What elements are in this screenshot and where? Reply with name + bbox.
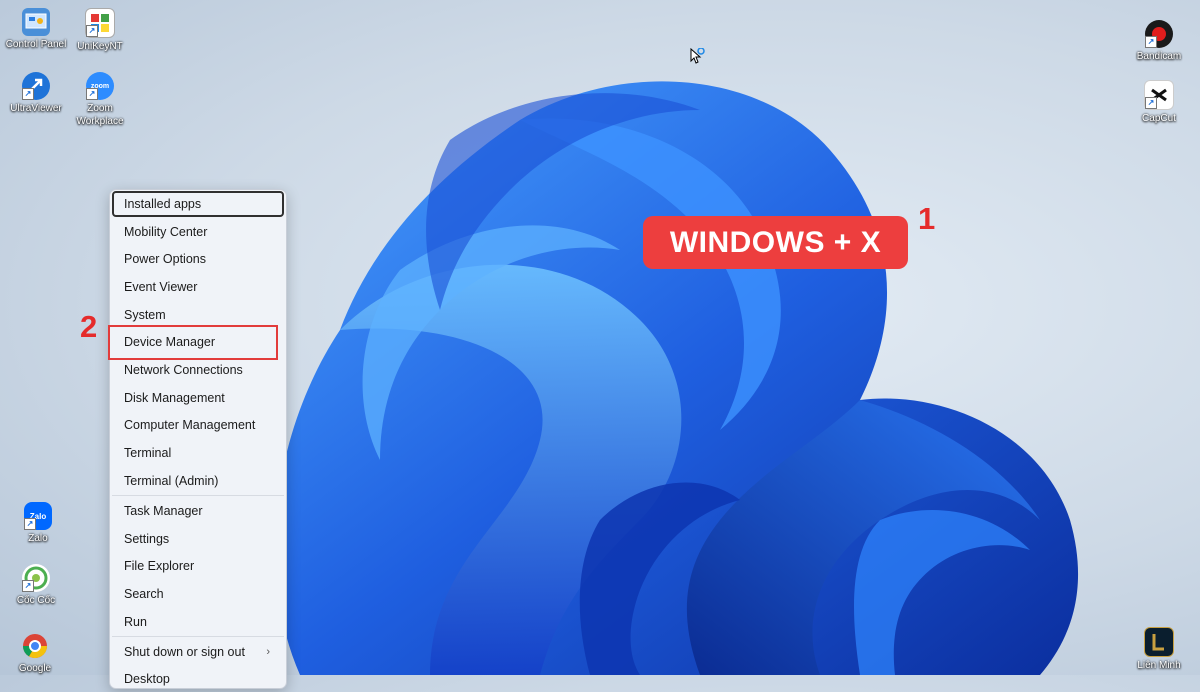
menu-item-label: Shut down or sign out (124, 645, 245, 659)
shortcut-arrow-icon: ↗ (22, 580, 34, 592)
desktop-icon-label: CapCut (1142, 113, 1176, 124)
chrome-icon (21, 632, 49, 660)
desktop-icon-zalo[interactable]: Zalo ↗ Zalo (1, 502, 75, 545)
menu-item-search[interactable]: Search (112, 581, 284, 607)
desktop-icon-label: Liên Minh (1137, 660, 1181, 671)
menu-item-installed-apps[interactable]: Installed apps (112, 191, 284, 217)
zalo-icon: Zalo ↗ (24, 502, 52, 530)
bandicam-icon: ↗ (1145, 20, 1173, 48)
desktop-icon-zoom[interactable]: zoom ↗ Zoom Workplace (63, 72, 137, 128)
shortcut-arrow-icon: ↗ (86, 88, 98, 100)
desktop-icon-coccoc[interactable]: ↗ Cốc Cốc (0, 564, 73, 607)
shortcut-arrow-icon: ↗ (1145, 36, 1157, 48)
desktop-icon-label: Bandicam (1136, 51, 1182, 62)
menu-item-mobility-center[interactable]: Mobility Center (112, 219, 284, 245)
shortcut-arrow-icon: ↗ (1145, 97, 1157, 109)
capcut-icon: ↗ (1144, 80, 1174, 110)
league-of-legends-icon (1144, 627, 1174, 657)
winx-context-menu: Installed apps Mobility Center Power Opt… (109, 189, 287, 689)
chevron-right-icon: › (266, 646, 270, 658)
shortcut-arrow-icon: ↗ (86, 25, 98, 37)
desktop-icon-label: Zoom Workplace (76, 103, 124, 127)
shortcut-callout: WINDOWS + X (643, 216, 908, 269)
menu-item-task-manager[interactable]: Task Manager (112, 498, 284, 524)
step-number-2: 2 (80, 309, 98, 344)
ultraviewer-icon: ↗ (22, 72, 50, 100)
menu-item-terminal-admin[interactable]: Terminal (Admin) (112, 468, 284, 494)
zoom-icon: zoom ↗ (86, 72, 114, 100)
menu-item-settings[interactable]: Settings (112, 526, 284, 552)
device-manager-highlight-box (108, 325, 278, 360)
desktop-icon-lienminh[interactable]: Liên Minh (1122, 627, 1196, 672)
shortcut-arrow-icon: ↗ (24, 518, 36, 530)
control-panel-icon (22, 8, 50, 36)
menu-item-desktop[interactable]: Desktop (112, 666, 284, 692)
shortcut-arrow-icon: ↗ (22, 88, 34, 100)
desktop-icon-unikey[interactable]: ↗ UniKeyNT (63, 8, 137, 53)
coccoc-icon: ↗ (22, 564, 50, 592)
menu-item-computer-management[interactable]: Computer Management (112, 412, 284, 438)
desktop-icon-label: Google (18, 663, 52, 674)
desktop-icon-capcut[interactable]: ↗ CapCut (1122, 80, 1196, 125)
menu-separator (112, 636, 284, 637)
menu-item-terminal[interactable]: Terminal (112, 440, 284, 466)
menu-item-event-viewer[interactable]: Event Viewer (112, 274, 284, 300)
menu-separator (112, 495, 284, 496)
menu-item-shut-down-or-sign-out[interactable]: Shut down or sign out › (112, 639, 284, 665)
desktop-icon-label: Zalo (28, 533, 48, 544)
unikey-icon: ↗ (85, 8, 115, 38)
mouse-cursor-busy-icon (690, 48, 705, 64)
desktop-icon-label: UniKeyNT (77, 41, 123, 52)
desktop-icon-bandicam[interactable]: ↗ Bandicam (1122, 20, 1196, 63)
menu-item-power-options[interactable]: Power Options (112, 246, 284, 272)
desktop-icon-google[interactable]: Google (0, 632, 72, 675)
menu-item-disk-management[interactable]: Disk Management (112, 385, 284, 411)
menu-item-file-explorer[interactable]: File Explorer (112, 553, 284, 579)
menu-item-run[interactable]: Run (112, 609, 284, 635)
menu-item-network-connections[interactable]: Network Connections (112, 357, 284, 383)
desktop-icon-label: Cốc Cốc (16, 595, 56, 606)
step-number-1: 1 (918, 201, 936, 236)
